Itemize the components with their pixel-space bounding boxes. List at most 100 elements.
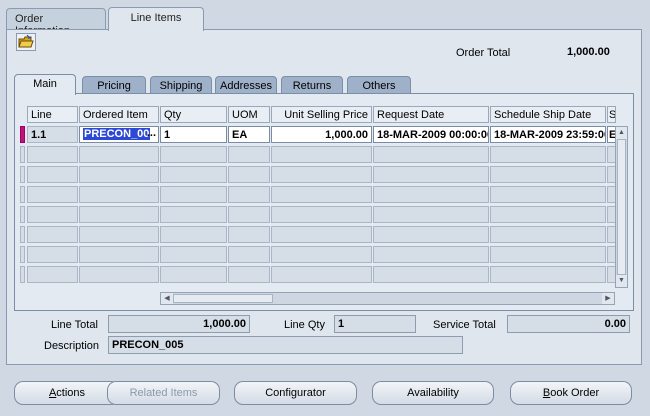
empty-grid-cell[interactable] [228, 166, 270, 183]
empty-grid-cell[interactable] [490, 186, 606, 203]
empty-grid-cell[interactable] [27, 146, 78, 163]
empty-grid-cell[interactable] [271, 246, 372, 263]
col-header-uom: UOM [228, 106, 270, 123]
ordered-item-lov-button[interactable]: ... [147, 127, 156, 139]
col-header-s: S [607, 106, 616, 123]
empty-grid-cell[interactable] [160, 266, 227, 283]
cell-unit-selling-price[interactable]: 1,000.00 [271, 126, 372, 143]
empty-grid-cell[interactable] [271, 206, 372, 223]
book-order-button[interactable]: Book Order [510, 381, 632, 405]
row-indicator[interactable] [20, 246, 25, 263]
col-header-request-date: Request Date [373, 106, 489, 123]
empty-grid-cell[interactable] [271, 166, 372, 183]
empty-grid-cell[interactable] [79, 226, 159, 243]
scroll-down-icon[interactable]: ▼ [616, 275, 627, 287]
empty-grid-cell[interactable] [27, 166, 78, 183]
horizontal-scrollbar[interactable]: ◀ ▶ [160, 292, 615, 305]
tab-addresses[interactable]: Addresses [215, 76, 277, 94]
vertical-scrollbar[interactable]: ▲ ▼ [615, 126, 628, 288]
empty-grid-cell[interactable] [271, 186, 372, 203]
empty-grid-cell[interactable] [27, 266, 78, 283]
empty-grid-cell[interactable] [27, 206, 78, 223]
empty-grid-cell[interactable] [27, 186, 78, 203]
ordered-item-field[interactable]: PRECON_00... [79, 126, 159, 143]
description-field: PRECON_005 [108, 336, 463, 354]
row-indicator[interactable] [20, 206, 25, 223]
empty-grid-cell[interactable] [373, 266, 489, 283]
empty-grid-cell[interactable] [373, 146, 489, 163]
description-label: Description [44, 340, 100, 352]
empty-grid-cell[interactable] [271, 226, 372, 243]
empty-grid-cell[interactable] [228, 206, 270, 223]
line-qty-field: 1 [334, 315, 416, 333]
folder-icon [18, 34, 34, 48]
row-indicator[interactable] [20, 166, 25, 183]
empty-grid-cell[interactable] [490, 266, 606, 283]
empty-grid-cell[interactable] [228, 226, 270, 243]
tab-others[interactable]: Others [347, 76, 411, 94]
cell-uom[interactable]: EA [228, 126, 270, 143]
scroll-right-icon[interactable]: ▶ [602, 293, 614, 304]
empty-grid-cell[interactable] [490, 146, 606, 163]
row-indicator[interactable] [20, 226, 25, 243]
service-total-field: 0.00 [507, 315, 630, 333]
empty-grid-cell[interactable] [160, 186, 227, 203]
empty-grid-cell[interactable] [228, 146, 270, 163]
empty-grid-cell[interactable] [160, 206, 227, 223]
empty-grid-cell[interactable] [373, 186, 489, 203]
row-indicator[interactable] [20, 266, 25, 283]
tab-returns[interactable]: Returns [281, 76, 343, 94]
empty-grid-cell[interactable] [79, 166, 159, 183]
empty-grid-cell[interactable] [373, 206, 489, 223]
empty-grid-cell[interactable] [79, 186, 159, 203]
empty-grid-cell[interactable] [228, 266, 270, 283]
tab-line-items[interactable]: Line Items [108, 7, 204, 31]
tab-order-information[interactable]: Order Information [6, 8, 106, 37]
empty-grid-cell[interactable] [228, 186, 270, 203]
empty-grid-cell[interactable] [228, 246, 270, 263]
col-header-line: Line [27, 106, 78, 123]
cell-request-date[interactable]: 18-MAR-2009 00:00:00 [373, 126, 489, 143]
empty-grid-cell[interactable] [160, 246, 227, 263]
tab-shipping[interactable]: Shipping [150, 76, 212, 94]
current-row-indicator[interactable] [20, 126, 25, 143]
configurator-button[interactable]: Configurator [234, 381, 357, 405]
empty-grid-cell[interactable] [373, 226, 489, 243]
empty-grid-cell[interactable] [27, 246, 78, 263]
cell-schedule-ship-date[interactable]: 18-MAR-2009 23:59:00 [490, 126, 606, 143]
related-items-button: Related Items [107, 381, 220, 405]
row-indicator[interactable] [20, 146, 25, 163]
order-total-label: Order Total [456, 47, 511, 59]
empty-grid-cell[interactable] [490, 166, 606, 183]
empty-grid-cell[interactable] [373, 246, 489, 263]
scroll-up-icon[interactable]: ▲ [616, 127, 627, 139]
empty-grid-cell[interactable] [271, 266, 372, 283]
tab-pricing[interactable]: Pricing [82, 76, 146, 94]
empty-grid-cell[interactable] [490, 206, 606, 223]
empty-grid-cell[interactable] [79, 266, 159, 283]
empty-grid-cell[interactable] [490, 226, 606, 243]
empty-grid-cell[interactable] [271, 146, 372, 163]
empty-grid-cell[interactable] [490, 246, 606, 263]
empty-grid-cell[interactable] [160, 166, 227, 183]
line-qty-label: Line Qty [284, 319, 325, 331]
empty-grid-cell[interactable] [27, 226, 78, 243]
empty-grid-cell[interactable] [79, 246, 159, 263]
open-folder-button[interactable] [16, 33, 36, 51]
cell-qty[interactable]: 1 [160, 126, 227, 143]
empty-grid-cell[interactable] [373, 166, 489, 183]
empty-grid-cell[interactable] [79, 146, 159, 163]
empty-grid-cell[interactable] [79, 206, 159, 223]
empty-grid-cell[interactable] [160, 226, 227, 243]
empty-grid-cell[interactable] [160, 146, 227, 163]
col-header-ordered-item: Ordered Item [79, 106, 159, 123]
cell-line[interactable]: 1.1 [27, 126, 78, 143]
row-indicator[interactable] [20, 186, 25, 203]
scroll-left-icon[interactable]: ◀ [161, 293, 173, 304]
line-total-label: Line Total [51, 319, 98, 331]
actions-button[interactable]: Actions [14, 381, 120, 405]
availability-button[interactable]: Availability [372, 381, 494, 405]
tab-main[interactable]: Main [14, 74, 76, 95]
horizontal-scroll-thumb[interactable] [173, 294, 273, 303]
vertical-scroll-thumb[interactable] [617, 139, 626, 275]
